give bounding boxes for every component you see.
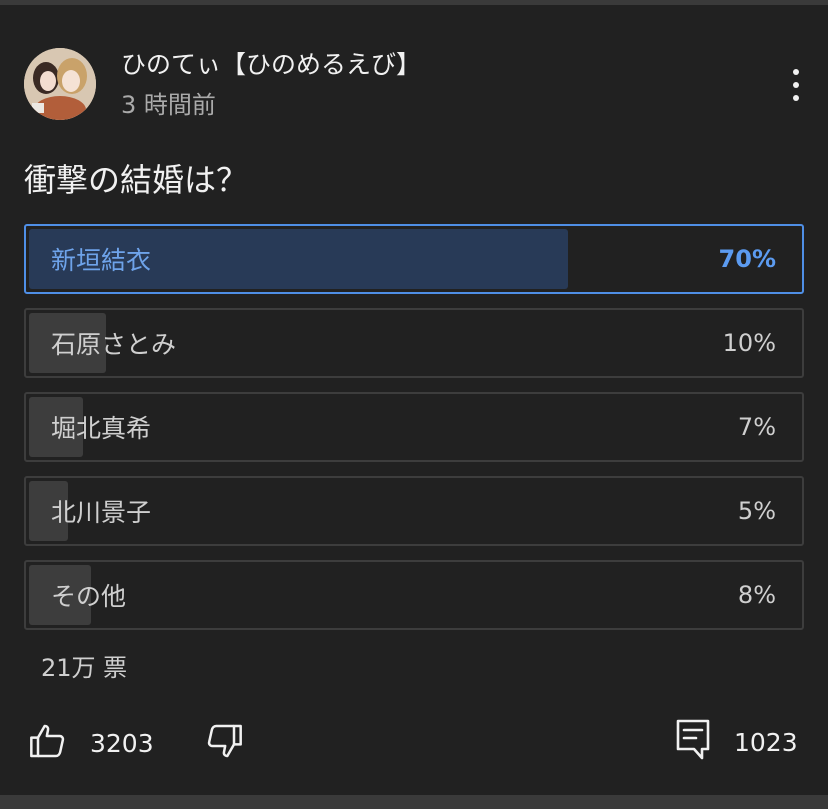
- channel-name[interactable]: ひのてぃ【ひのめるえび】: [121, 45, 421, 81]
- poll-option-label: 石原さとみ: [51, 330, 177, 359]
- poll-option-label: 新垣結衣: [51, 246, 152, 275]
- poll-option-label: 堀北真希: [51, 414, 152, 443]
- poll-vote-count: 21万 票: [41, 654, 128, 682]
- community-post-card: ひのてぃ【ひのめるえび】 3 時間前 衝撃の結婚は？ 新垣結衣 70% 石原さと…: [0, 5, 828, 795]
- poll-option[interactable]: 新垣結衣 70%: [24, 224, 804, 294]
- poll-question: 衝撃の結婚は？: [24, 161, 249, 199]
- poll-option-label: その他: [51, 582, 127, 611]
- poll-option-percent: 5%: [737, 497, 776, 525]
- poll-option-percent: 70%: [718, 245, 776, 273]
- poll-option[interactable]: その他 8%: [24, 560, 804, 630]
- comment-icon: [676, 719, 710, 765]
- comment-count: 1023: [734, 727, 798, 757]
- like-count: 3203: [90, 728, 154, 758]
- post-timestamp: 3 時間前: [121, 91, 216, 119]
- thumbs-down-icon: [204, 721, 244, 765]
- poll-option[interactable]: 石原さとみ 10%: [24, 308, 804, 378]
- poll-option[interactable]: 北川景子 5%: [24, 476, 804, 546]
- channel-avatar[interactable]: [24, 48, 96, 120]
- comments-button[interactable]: 1023: [676, 719, 798, 765]
- poll-option-percent: 10%: [722, 329, 776, 357]
- poll-option-label: 北川景子: [51, 498, 152, 527]
- more-vert-icon[interactable]: [782, 65, 810, 105]
- poll-options: 新垣結衣 70% 石原さとみ 10% 堀北真希 7% 北川景子 5% その他 8…: [24, 224, 804, 644]
- like-button[interactable]: 3203: [28, 721, 154, 765]
- poll-option-percent: 7%: [737, 413, 776, 441]
- dislike-button[interactable]: [204, 721, 244, 765]
- thumbs-up-icon: [28, 721, 68, 765]
- poll-option[interactable]: 堀北真希 7%: [24, 392, 804, 462]
- poll-option-percent: 8%: [737, 581, 776, 609]
